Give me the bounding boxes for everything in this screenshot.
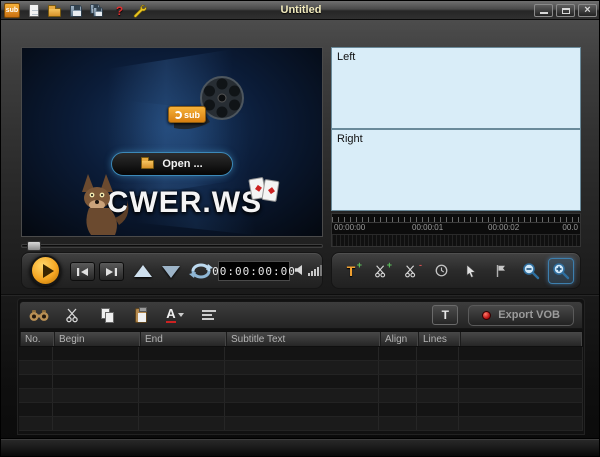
folder-icon [141, 160, 154, 169]
subtitle-tools-bar: T + + - [331, 252, 581, 289]
split-subtitle-button[interactable]: + [368, 258, 394, 284]
column-header-end: End [140, 332, 226, 346]
paste-icon [135, 308, 147, 323]
close-button[interactable]: × [578, 4, 597, 17]
copy-button[interactable] [96, 305, 118, 325]
volume-control[interactable] [294, 264, 322, 276]
loop-button[interactable] [188, 261, 214, 281]
zoom-in-button[interactable] [548, 258, 574, 284]
close-icon: × [579, 4, 596, 17]
column-header-no: No. [20, 332, 54, 346]
scissors-icon [65, 307, 81, 323]
play-button[interactable] [30, 255, 61, 286]
app-window: sub ? Untitled × [0, 0, 600, 457]
copy-icon [101, 308, 114, 323]
window-controls: × [534, 4, 597, 17]
minimize-button[interactable] [534, 4, 553, 17]
zoom-out-icon [522, 262, 540, 280]
tick-label: 00:00:02 [488, 223, 519, 232]
align-list-icon [202, 308, 216, 322]
add-text-icon: T [347, 263, 356, 279]
video-preview[interactable]: sub Open ... CWER.WS [21, 47, 323, 237]
minimize-icon [540, 12, 548, 14]
time-display: 00:00:00:00 [218, 261, 290, 281]
timeline-ruler[interactable]: 00:00:00 00:00:01 00:00:02 00.0 [331, 213, 581, 247]
plus-sign: + [387, 260, 392, 270]
pointer-button[interactable] [458, 258, 484, 284]
chevron-down-icon [178, 313, 184, 317]
column-header-align: Align [380, 332, 418, 346]
add-subtitle-button[interactable]: T + [338, 258, 364, 284]
column-header-spacer [460, 332, 582, 346]
tick-label: 00:00:01 [412, 223, 443, 232]
zoom-out-button[interactable] [518, 258, 544, 284]
table-row[interactable] [19, 389, 583, 403]
seek-groove [21, 244, 323, 248]
cursor-icon [465, 264, 477, 278]
column-header-begin: Begin [54, 332, 140, 346]
swirl-icon [174, 111, 182, 119]
edit-toolbar: A T Export VOB [19, 301, 583, 329]
titlebar: sub ? Untitled × [1, 1, 600, 20]
ruler-ticks [332, 214, 580, 223]
window-title: Untitled [1, 4, 600, 16]
next-frame-button[interactable] [99, 262, 124, 281]
ruler-labels: 00:00:00 00:00:01 00:00:02 00.0 [332, 223, 580, 233]
table-row[interactable] [19, 403, 583, 417]
column-header-subtitle-text: Subtitle Text [226, 332, 380, 346]
scissors-minus-icon [404, 264, 418, 278]
open-button-label: Open ... [162, 158, 202, 170]
sub-logo-chip: sub [168, 106, 206, 123]
tick-label: 00:00:00 [334, 223, 365, 232]
tick-label: 00.0 [562, 223, 578, 232]
table-row[interactable] [19, 361, 583, 375]
export-vob-label: Export VOB [498, 309, 560, 321]
marker-button[interactable] [488, 258, 514, 284]
table-header: No. Begin End Subtitle Text Align Lines [19, 331, 583, 347]
speaker-icon [294, 264, 306, 276]
action-buttons: T Export VOB [432, 305, 574, 326]
transport-bar: 00:00:00:00 [21, 252, 323, 289]
next-frame-icon [105, 267, 118, 277]
cut-button[interactable] [62, 305, 84, 325]
coyote-illustration [72, 172, 132, 236]
flag-icon [495, 264, 507, 278]
seek-handle[interactable] [27, 241, 41, 251]
record-dot-icon [482, 311, 491, 320]
find-button[interactable] [28, 305, 50, 325]
up-triangle-button[interactable] [134, 265, 152, 277]
minus-sign: - [419, 260, 422, 270]
volume-bars [308, 265, 322, 276]
clock-icon [434, 263, 449, 278]
status-bar [1, 438, 600, 457]
paste-button[interactable] [130, 305, 152, 325]
prev-frame-icon [76, 267, 89, 277]
maximize-icon [562, 8, 570, 14]
prev-frame-button[interactable] [70, 262, 95, 281]
export-vob-button[interactable]: Export VOB [468, 305, 574, 326]
column-header-lines: Lines [418, 332, 460, 346]
table-row[interactable] [19, 375, 583, 389]
plus-sign: + [357, 260, 362, 270]
table-row[interactable] [19, 417, 583, 431]
binoculars-icon [29, 309, 49, 322]
loop-icon [188, 261, 214, 281]
table-row[interactable] [19, 347, 583, 361]
zoom-in-icon [552, 262, 570, 280]
subtitle-table: No. Begin End Subtitle Text Align Lines [19, 331, 583, 431]
down-triangle-button[interactable] [162, 266, 180, 278]
sub-logo-text: sub [184, 110, 200, 120]
merge-subtitle-button[interactable]: - [398, 258, 424, 284]
align-button[interactable] [198, 305, 220, 325]
section-divider [1, 294, 600, 296]
font-button[interactable]: A [164, 305, 186, 325]
time-shift-button[interactable] [428, 258, 454, 284]
waveform-strip [332, 234, 580, 246]
maximize-button[interactable] [556, 4, 575, 17]
seek-slider[interactable] [21, 241, 323, 251]
right-text-panel[interactable]: Right [331, 129, 581, 211]
left-text-panel[interactable]: Left [331, 47, 581, 129]
text-style-button[interactable]: T [432, 305, 458, 325]
font-icon: A [166, 307, 175, 323]
